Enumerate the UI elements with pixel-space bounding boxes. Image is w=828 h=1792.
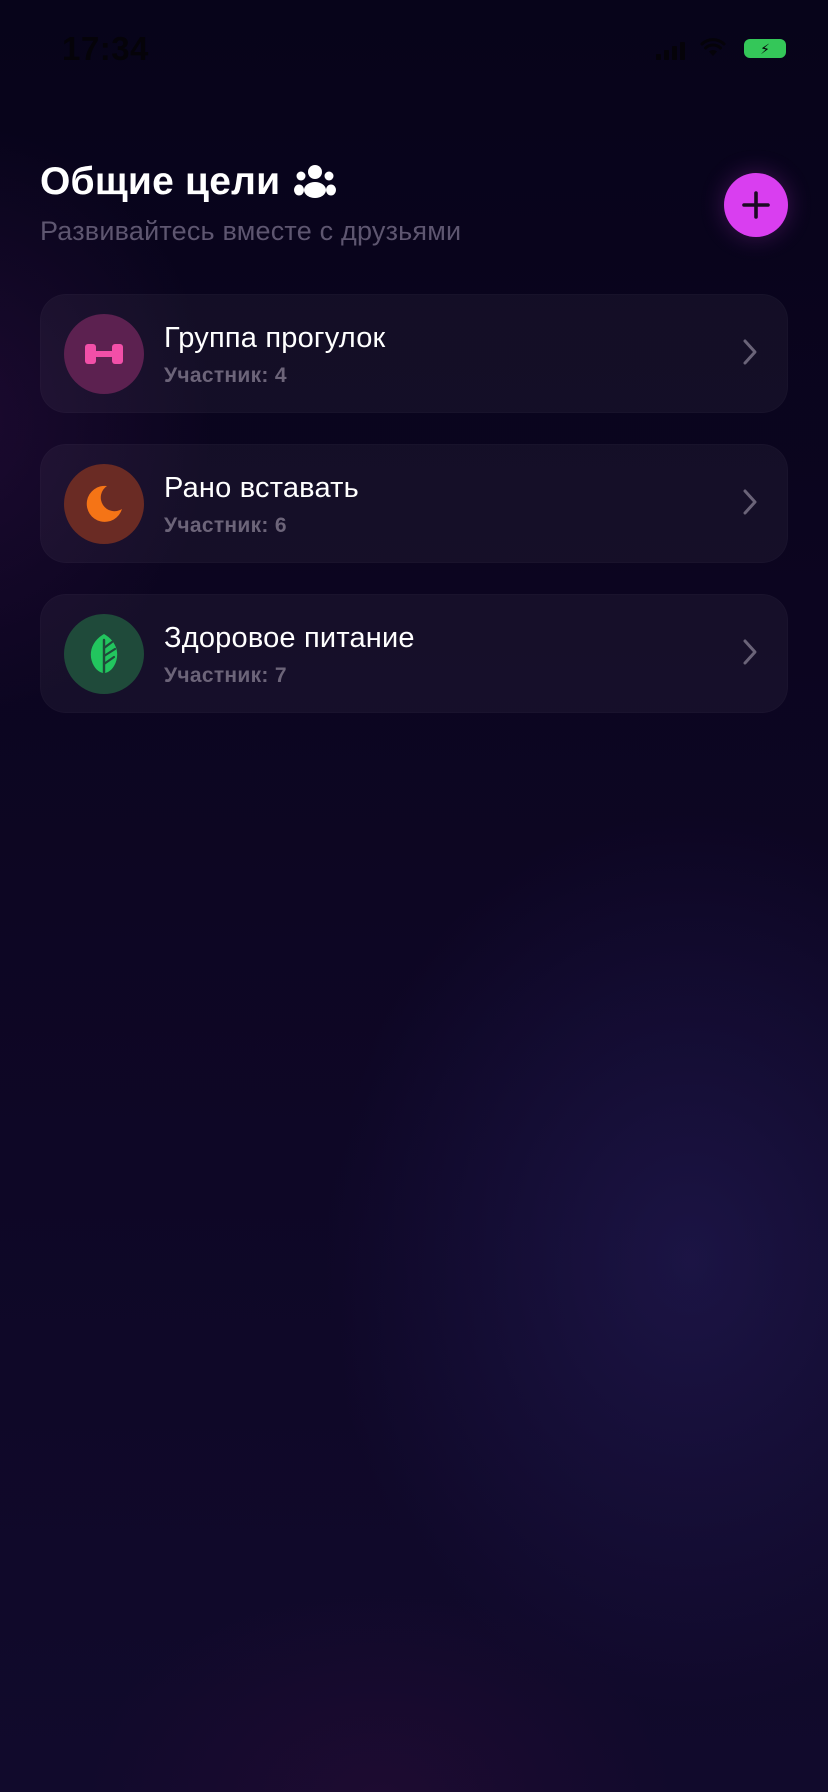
goal-title: Рано вставать	[164, 472, 359, 504]
cellular-signal-icon	[656, 40, 685, 60]
page-subtitle: Развивайтесь вместе с друзьями	[40, 216, 462, 246]
goal-title: Здоровое питание	[164, 622, 415, 654]
chevron-right-icon	[742, 638, 758, 671]
goal-title: Группа прогулок	[164, 322, 386, 354]
goal-icon-badge	[64, 314, 144, 394]
add-goal-button[interactable]	[724, 173, 788, 237]
charging-bolt-icon: ⚡	[760, 40, 770, 57]
leaf-icon	[90, 634, 118, 674]
battery-icon: ⚡	[744, 39, 786, 58]
chevron-right-icon	[742, 338, 758, 371]
goal-members-count: Участник: 6	[164, 514, 287, 537]
page-header: Общие цели Развивайтесь вместе с друзьям…	[40, 160, 700, 247]
chevron-right-icon	[742, 488, 758, 521]
page-title: Общие цели	[40, 160, 281, 203]
group-people-icon	[294, 164, 337, 200]
goal-card-walking-group[interactable]: Группа прогулок Участник: 4	[40, 294, 788, 413]
page-title-row: Общие цели	[40, 160, 700, 204]
goal-card-early-rising[interactable]: Рано вставать Участник: 6	[40, 444, 788, 563]
goals-list: Группа прогулок Участник: 4 Рано встават…	[40, 294, 788, 744]
status-time: 17:34	[62, 30, 149, 67]
status-bar: 17:34 ⚡	[0, 0, 828, 100]
goal-icon-badge	[64, 464, 144, 544]
dumbbell-icon	[85, 344, 123, 364]
goal-icon-badge	[64, 614, 144, 694]
goal-members-count: Участник: 4	[164, 364, 287, 387]
plus-icon	[742, 191, 770, 219]
goal-card-healthy-eating[interactable]: Здоровое питание Участник: 7	[40, 594, 788, 713]
wifi-icon	[700, 38, 726, 63]
moon-icon	[86, 485, 122, 522]
goal-members-count: Участник: 7	[164, 664, 287, 687]
